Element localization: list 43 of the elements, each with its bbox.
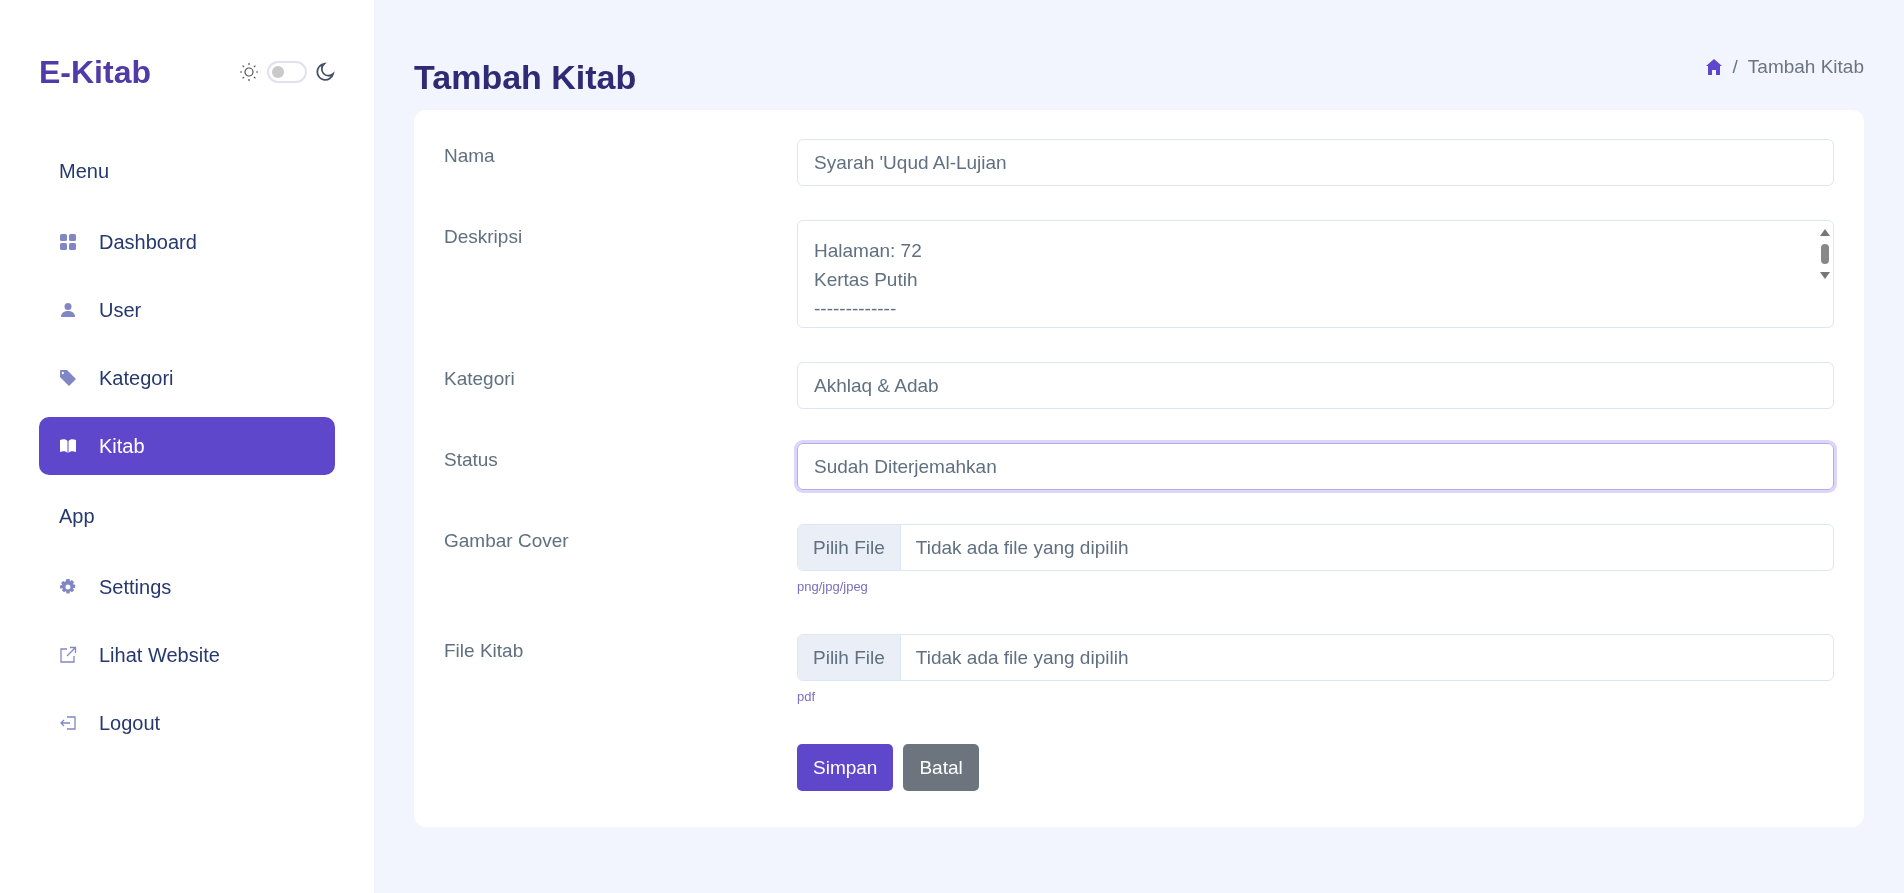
breadcrumb-item: Tambah Kitab xyxy=(1747,56,1864,78)
sidebar-item[interactable]: Lihat Website xyxy=(39,626,335,684)
input-field[interactable]: Akhlaq & Adab xyxy=(797,362,1834,409)
sidebar-item[interactable]: Logout xyxy=(39,694,335,752)
sidebar-item[interactable]: Dashboard xyxy=(39,213,335,271)
moon-icon xyxy=(315,62,335,82)
page-title: Tambah Kitab xyxy=(414,57,637,97)
settings-icon xyxy=(59,578,77,596)
user-icon xyxy=(59,301,77,319)
sun-icon xyxy=(239,62,259,82)
scroll-down-icon[interactable] xyxy=(1820,272,1830,279)
breadcrumb-separator: / xyxy=(1732,56,1738,78)
sidebar-item[interactable]: Kitab xyxy=(39,417,335,475)
file-input[interactable]: Pilih File Tidak ada file yang dipilih xyxy=(797,634,1834,681)
field-label: File Kitab xyxy=(444,639,525,663)
menu-heading: App xyxy=(58,504,96,529)
dark-mode-toggle[interactable] xyxy=(267,61,307,83)
grid-icon xyxy=(59,233,77,251)
home-icon[interactable] xyxy=(1704,58,1723,76)
external-link-icon xyxy=(59,646,77,664)
scroll-up-icon[interactable] xyxy=(1820,229,1830,236)
textarea-field[interactable]: Halaman: 72 Kertas Putih ------------- xyxy=(797,220,1834,328)
sidebar-item[interactable]: User xyxy=(39,281,335,339)
sidebar-item[interactable]: Settings xyxy=(39,558,335,616)
field-label: Nama xyxy=(444,144,496,168)
sidebar-item[interactable]: Kategori xyxy=(39,349,335,407)
input-field[interactable]: Sudah Diterjemahkan xyxy=(797,443,1834,490)
input-field[interactable]: Syarah 'Uqud Al-Lujian xyxy=(797,139,1834,186)
file-hint: pdf xyxy=(797,689,817,704)
file-input[interactable]: Pilih File Tidak ada file yang dipilih xyxy=(797,524,1834,571)
menu-heading: Menu xyxy=(58,159,111,184)
book-icon xyxy=(59,437,77,455)
field-label: Kategori xyxy=(444,367,516,391)
logout-icon xyxy=(59,714,77,732)
tag-icon xyxy=(59,369,77,387)
field-label: Gambar Cover xyxy=(444,529,570,553)
scrollbar-thumb[interactable] xyxy=(1821,244,1829,264)
field-label: Status xyxy=(444,448,499,472)
save-button[interactable]: Simpan xyxy=(797,744,894,791)
logo-text: E-Kitab xyxy=(39,53,151,91)
field-label: Deskripsi xyxy=(444,225,524,249)
file-hint: png/jpg/jpeg xyxy=(797,579,869,594)
cancel-button[interactable]: Batal xyxy=(903,744,979,791)
